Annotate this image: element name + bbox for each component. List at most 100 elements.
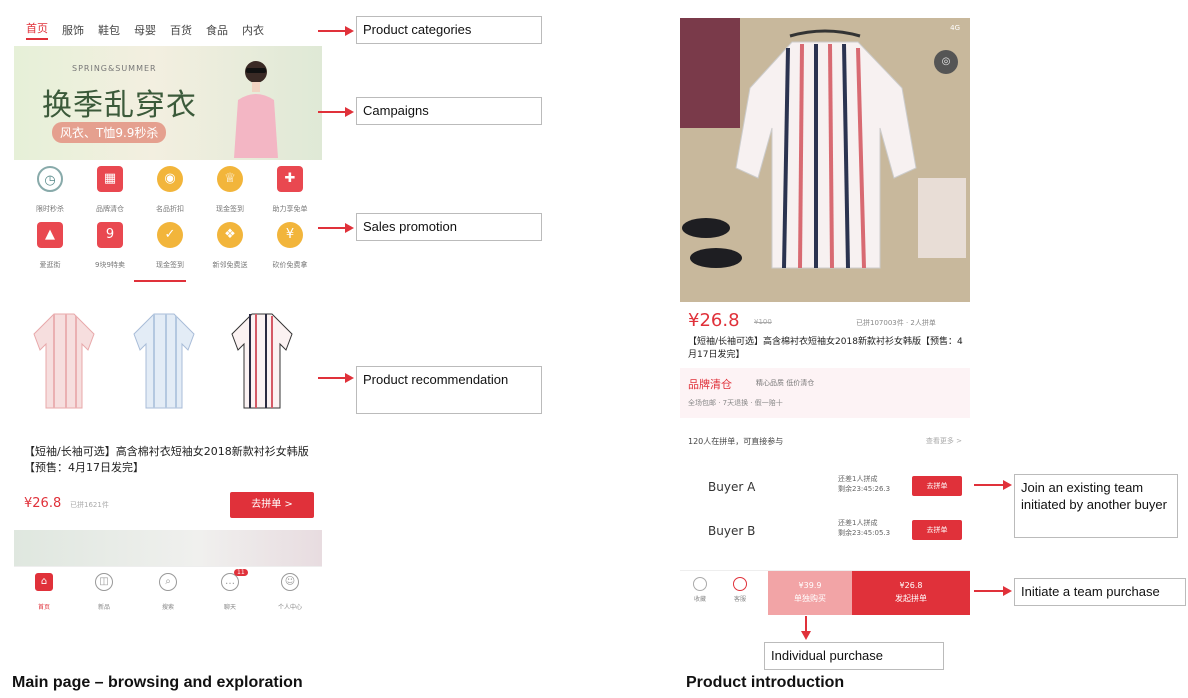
category-bar: 首页 服饰 鞋包 母婴 百货 食品 内衣 [26, 18, 322, 42]
promo-label: 砍价免费拿 [272, 261, 308, 269]
promo-nine-nine[interactable]: 9 9块9特卖 [82, 222, 138, 272]
coin-check-icon: ✓ [157, 222, 183, 248]
arrow-join-team [974, 480, 1012, 490]
arrow-product-categories [318, 26, 354, 36]
group-list-more-link[interactable]: 查看更多 > [926, 436, 962, 446]
promo-brand-discount[interactable]: ◉ 名品折扣 [142, 166, 198, 216]
trophy-icon: ♕ [217, 166, 243, 192]
promo-label: 现金签到 [156, 261, 184, 269]
customer-service-button[interactable]: 客服 [726, 577, 754, 603]
clock-icon: ◷ [37, 166, 63, 192]
callout-individual-purchase: Individual purchase [764, 642, 944, 670]
buyer-remaining: 还差1人拼成 剩余23:45:05.3 [838, 519, 891, 537]
callout-product-categories: Product categories [356, 16, 542, 44]
profile-icon: ☺ [281, 573, 299, 591]
product-sold-count: 已拼1621件 [70, 501, 109, 509]
join-team-button[interactable]: 去拼单 [912, 520, 962, 540]
callout-initiate-team: Initiate a team purchase [1014, 578, 1186, 606]
tab-label: 首页 [37, 604, 50, 611]
product-original-price: ¥100 [754, 318, 772, 326]
favorite-button[interactable]: 收藏 [686, 577, 714, 603]
promo-bargain[interactable]: ¥ 砍价免费拿 [262, 222, 318, 272]
team-price: ¥26.8 [899, 581, 923, 590]
brand-services: 全场包邮 · 7天退换 · 假一赔十 [688, 399, 783, 407]
coupon-icon: ¥ [277, 222, 303, 248]
product-price: ¥26.8 [688, 310, 740, 331]
category-tab-apparel[interactable]: 服饰 [62, 22, 84, 38]
heart-icon [693, 577, 707, 591]
tab-label: 个人中心 [277, 604, 302, 611]
category-tab-food[interactable]: 食品 [206, 22, 228, 38]
dress-icon: ▲ [37, 222, 63, 248]
search-icon: ⌕ [159, 573, 177, 591]
product-sold-count: 已拼107003件 · 2人拼单 [856, 319, 936, 327]
individual-label: 单独购买 [794, 594, 826, 603]
initiate-team-button[interactable]: ¥26.8 发起拼单 [852, 571, 970, 615]
buyer-name: Buyer A [708, 480, 756, 494]
arrow-individual-purchase [801, 616, 811, 640]
brand-name: 品牌清仓 [688, 378, 732, 391]
tab-chat[interactable]: … 11 聊天 [210, 569, 250, 613]
promo-shopping[interactable]: ▲ 爱逛街 [22, 222, 78, 272]
group-row-buyer-b: Buyer B 还差1人拼成 剩余23:45:05.3 去拼单 [680, 512, 970, 552]
group-buy-button[interactable]: 去拼单 > [230, 492, 314, 518]
category-tab-home[interactable]: 首页 [26, 20, 48, 40]
promo-label: 9块9特卖 [95, 261, 125, 269]
tab-search[interactable]: ⌕ 搜索 [148, 573, 188, 613]
join-team-button[interactable]: 去拼单 [912, 476, 962, 496]
callout-sales-promotion: Sales promotion [356, 213, 542, 241]
shirt-blue-image [133, 313, 195, 409]
promo-label: 限时秒杀 [36, 205, 64, 213]
status-bar: 4G [950, 24, 960, 32]
product-title[interactable]: 【短袖/长袖可选】高含棉衬衣短袖女2018新款衬衫女韩版【预售：4月17日发完】 [24, 444, 314, 476]
store-logo-icon[interactable]: ◎ [934, 50, 958, 74]
promo-active-indicator [134, 280, 186, 282]
purchase-bar: 收藏 客服 ¥39.9 单独购买 ¥26.8 发起拼单 [680, 570, 970, 615]
home-icon: ⌂ [35, 573, 53, 591]
category-tab-shoes-bags[interactable]: 鞋包 [98, 22, 120, 38]
tab-label: 新品 [97, 604, 110, 611]
caption-product-introduction: Product introduction [686, 674, 845, 691]
promo-label: 名品折扣 [156, 205, 184, 213]
tab-new[interactable]: ◫ 新品 [84, 573, 124, 613]
callout-join-team: Join an existing team initiated by anoth… [1014, 474, 1178, 538]
category-tab-general[interactable]: 百货 [170, 22, 192, 38]
promo-free-gift[interactable]: ❖ 新邻免费送 [202, 222, 258, 272]
product-hero-image: 4G ◎ [680, 18, 970, 302]
brand-clearance-banner[interactable]: 品牌清仓 精心品质 低价清仓 全场包邮 · 7天退换 · 假一赔十 [680, 368, 970, 418]
arrow-sales-promotion [318, 223, 354, 233]
promo-checkin[interactable]: ✓ 现金签到 [142, 222, 198, 272]
category-tab-underwear[interactable]: 内衣 [242, 22, 264, 38]
group-list-header: 120人在拼单，可直接参与 [688, 437, 784, 446]
coin-icon: ◉ [157, 166, 183, 192]
buyer-remaining: 还差1人拼成 剩余23:45:26.3 [838, 475, 891, 493]
category-tab-baby[interactable]: 母婴 [134, 22, 156, 38]
product-price: ¥26.8 [24, 496, 62, 511]
callout-product-recommendation: Product recommendation [356, 366, 542, 414]
tab-profile[interactable]: ☺ 个人中心 [270, 573, 310, 613]
new-icon: ◫ [95, 573, 113, 591]
banner-season-text: SPRING&SUMMER [72, 64, 157, 73]
gift-box-icon: ❖ [217, 222, 243, 248]
arrow-initiate-team [974, 586, 1012, 596]
favorite-label: 收藏 [693, 596, 706, 603]
caption-main-page: Main page – browsing and exploration [12, 674, 303, 691]
individual-purchase-button[interactable]: ¥39.9 单独购买 [768, 571, 852, 615]
gift-icon: ✚ [277, 166, 303, 192]
service-label: 客服 [733, 596, 746, 603]
banner-model-image [234, 61, 278, 158]
bottom-tab-bar: ⌂ 首页 ◫ 新品 ⌕ 搜索 … 11 聊天 ☺ 个人中心 [14, 566, 322, 612]
promo-cash-checkin[interactable]: ♕ 现金签到 [202, 166, 258, 216]
campaign-banner[interactable]: SPRING&SUMMER 换季乱穿衣 风衣、T恤9.9秒杀 [14, 46, 322, 160]
arrow-campaigns [318, 107, 354, 117]
promo-free-order[interactable]: ✚ 助力享免单 [262, 166, 318, 216]
brand-sale-icon: ▦ [97, 166, 123, 192]
promo-label: 品牌清仓 [96, 205, 124, 213]
promo-flash-sale[interactable]: ◷ 限时秒杀 [22, 166, 78, 216]
brand-subtitle: 精心品质 低价清仓 [756, 379, 815, 387]
striped-shirt-photo [680, 18, 970, 302]
product-recommendation-images[interactable] [14, 290, 322, 420]
callout-campaigns: Campaigns [356, 97, 542, 125]
tab-home[interactable]: ⌂ 首页 [24, 573, 64, 613]
promo-brand-clearance[interactable]: ▦ 品牌清仓 [82, 166, 138, 216]
